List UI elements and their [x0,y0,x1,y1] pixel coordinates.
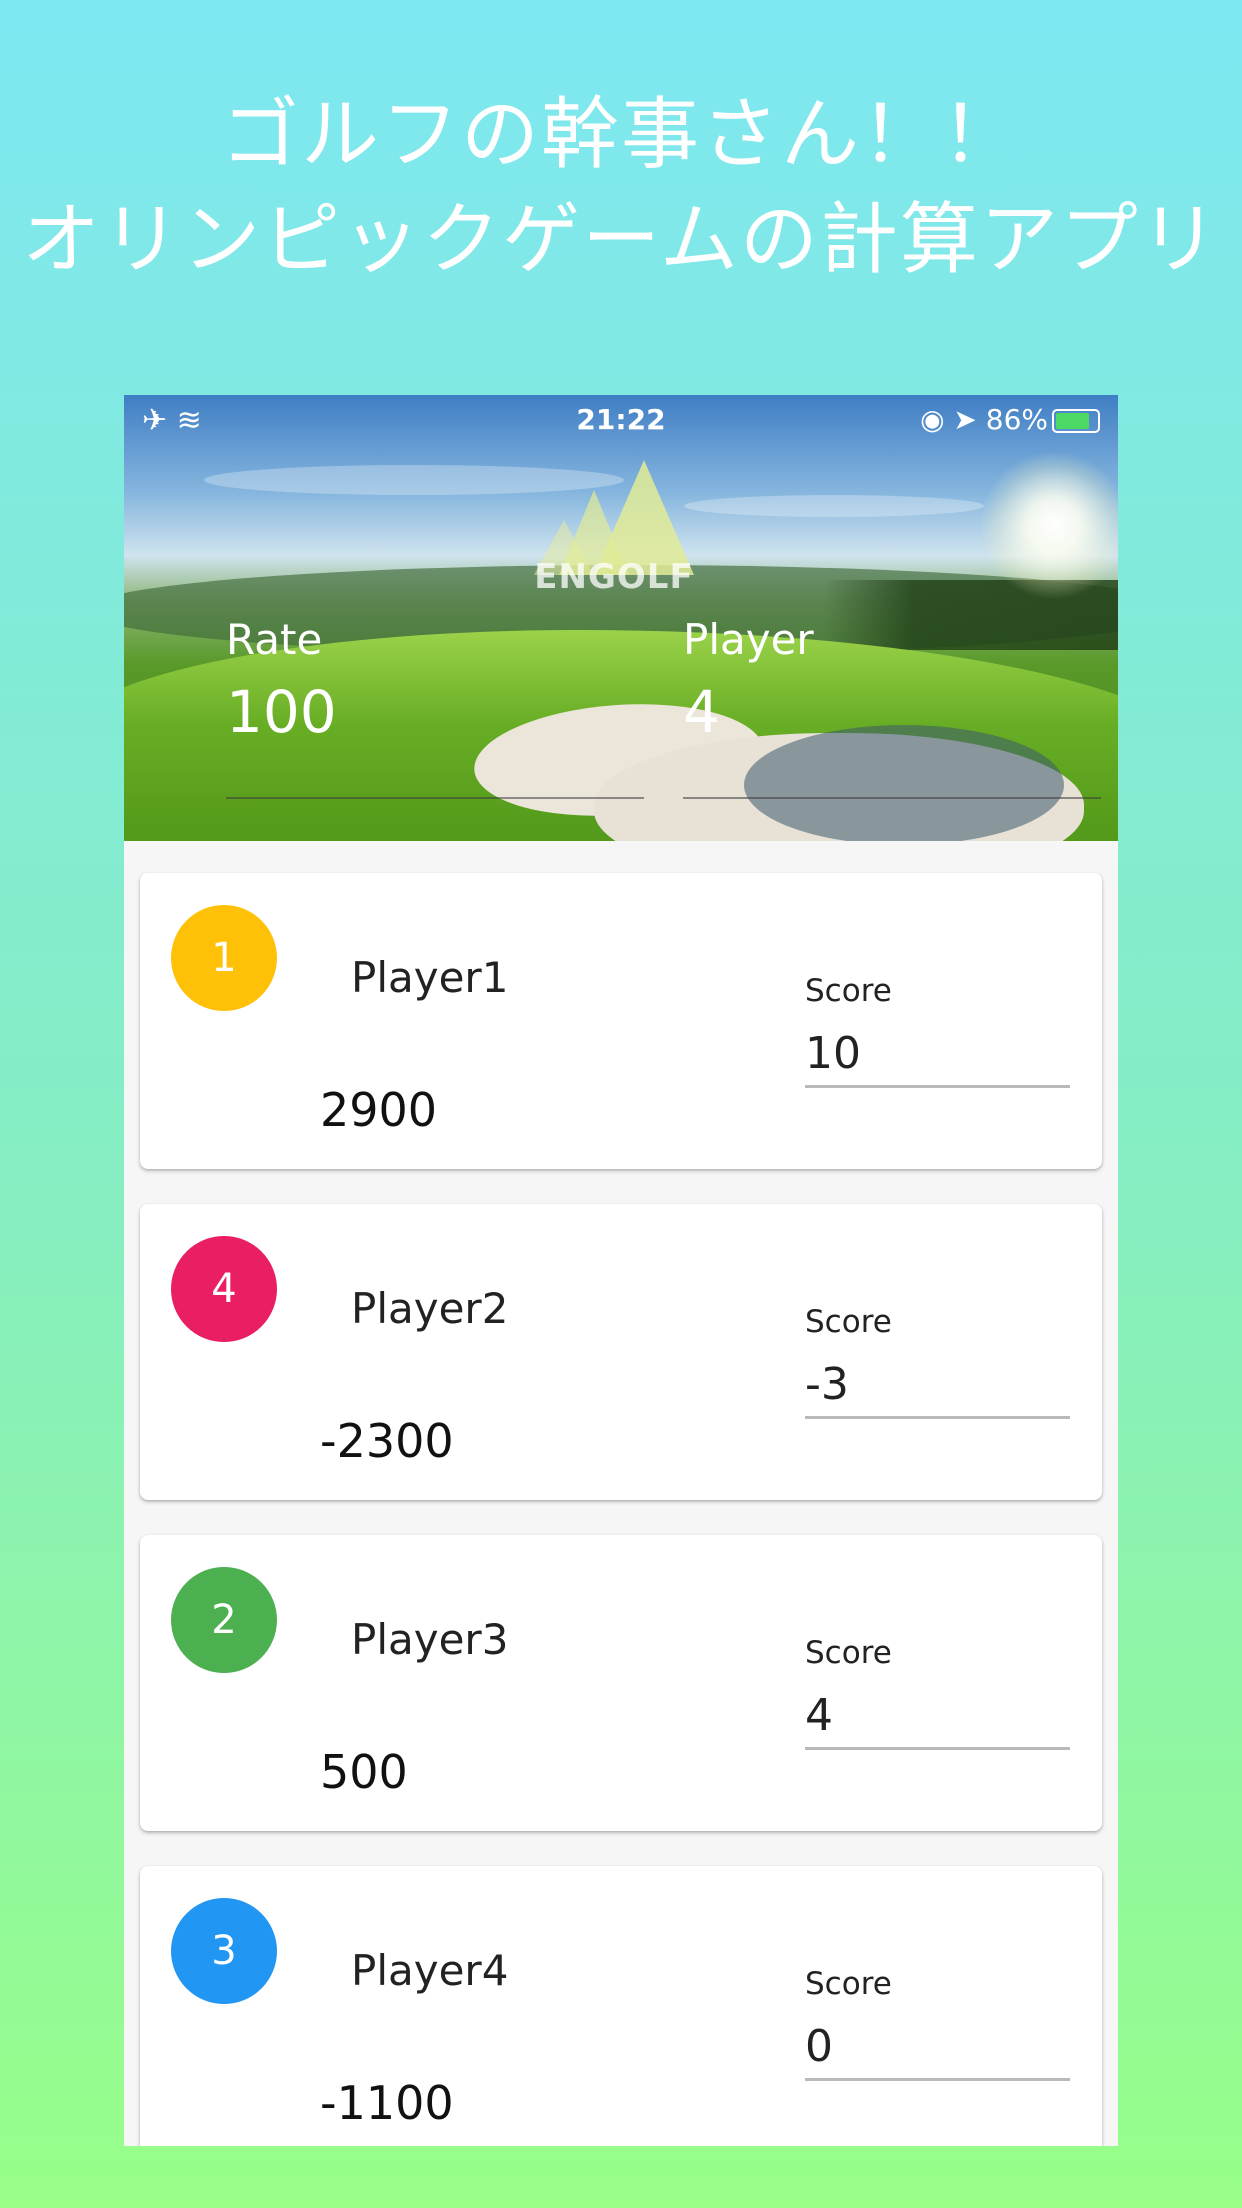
player-name: Player4 [351,1946,509,1995]
rank-badge: 2 [171,1567,277,1673]
promo-title-line1: ゴルフの幹事さん！！ [220,90,1021,180]
player-name: Player1 [351,953,509,1002]
rank-badge: 1 [171,905,277,1011]
player-underline [683,797,1101,799]
score-input[interactable] [805,1021,1070,1088]
rank-badge: 3 [171,1898,277,2004]
score-label: Score [805,1304,892,1340]
player-card: 3 Player4 -1100 Score [140,1866,1102,2146]
rate-underline [226,797,644,799]
score-input[interactable] [805,1683,1070,1750]
player-points: 500 [320,1745,408,1799]
player-points: 2900 [320,1083,438,1137]
player-card: 2 Player3 500 Score [140,1535,1102,1831]
score-label: Score [805,1635,892,1671]
rate-value[interactable]: 100 [226,678,337,746]
score-input[interactable] [805,2014,1070,2081]
player-points: -2300 [320,1414,454,1468]
player-card: 4 Player2 -2300 Score [140,1204,1102,1500]
score-input[interactable] [805,1352,1070,1419]
sun-image [979,450,1118,600]
logo-text: ENGOLF [534,557,694,597]
status-indicators: ◉ ➤ 86% [920,403,1048,436]
player-value[interactable]: 4 [683,678,720,746]
player-name: Player3 [351,1615,509,1664]
rank-badge: 4 [171,1236,277,1342]
score-label: Score [805,1966,892,2002]
rate-label: Rate [226,615,323,664]
player-card: 1 Player1 2900 Score [140,873,1102,1169]
player-label: Player [683,615,814,664]
phone-screen: ✈ ≋ 21:22 ◉ ➤ 86% ENGOLF Rate 100 Player… [124,395,1118,2146]
header-banner: ✈ ≋ 21:22 ◉ ➤ 86% ENGOLF Rate 100 Player… [124,395,1118,841]
player-name: Player2 [351,1284,509,1333]
battery-icon [1052,409,1100,433]
score-label: Score [805,973,892,1009]
promo-title-line2: オリンピックゲームの計算アプリ [22,195,1220,285]
player-points: -1100 [320,2076,454,2130]
